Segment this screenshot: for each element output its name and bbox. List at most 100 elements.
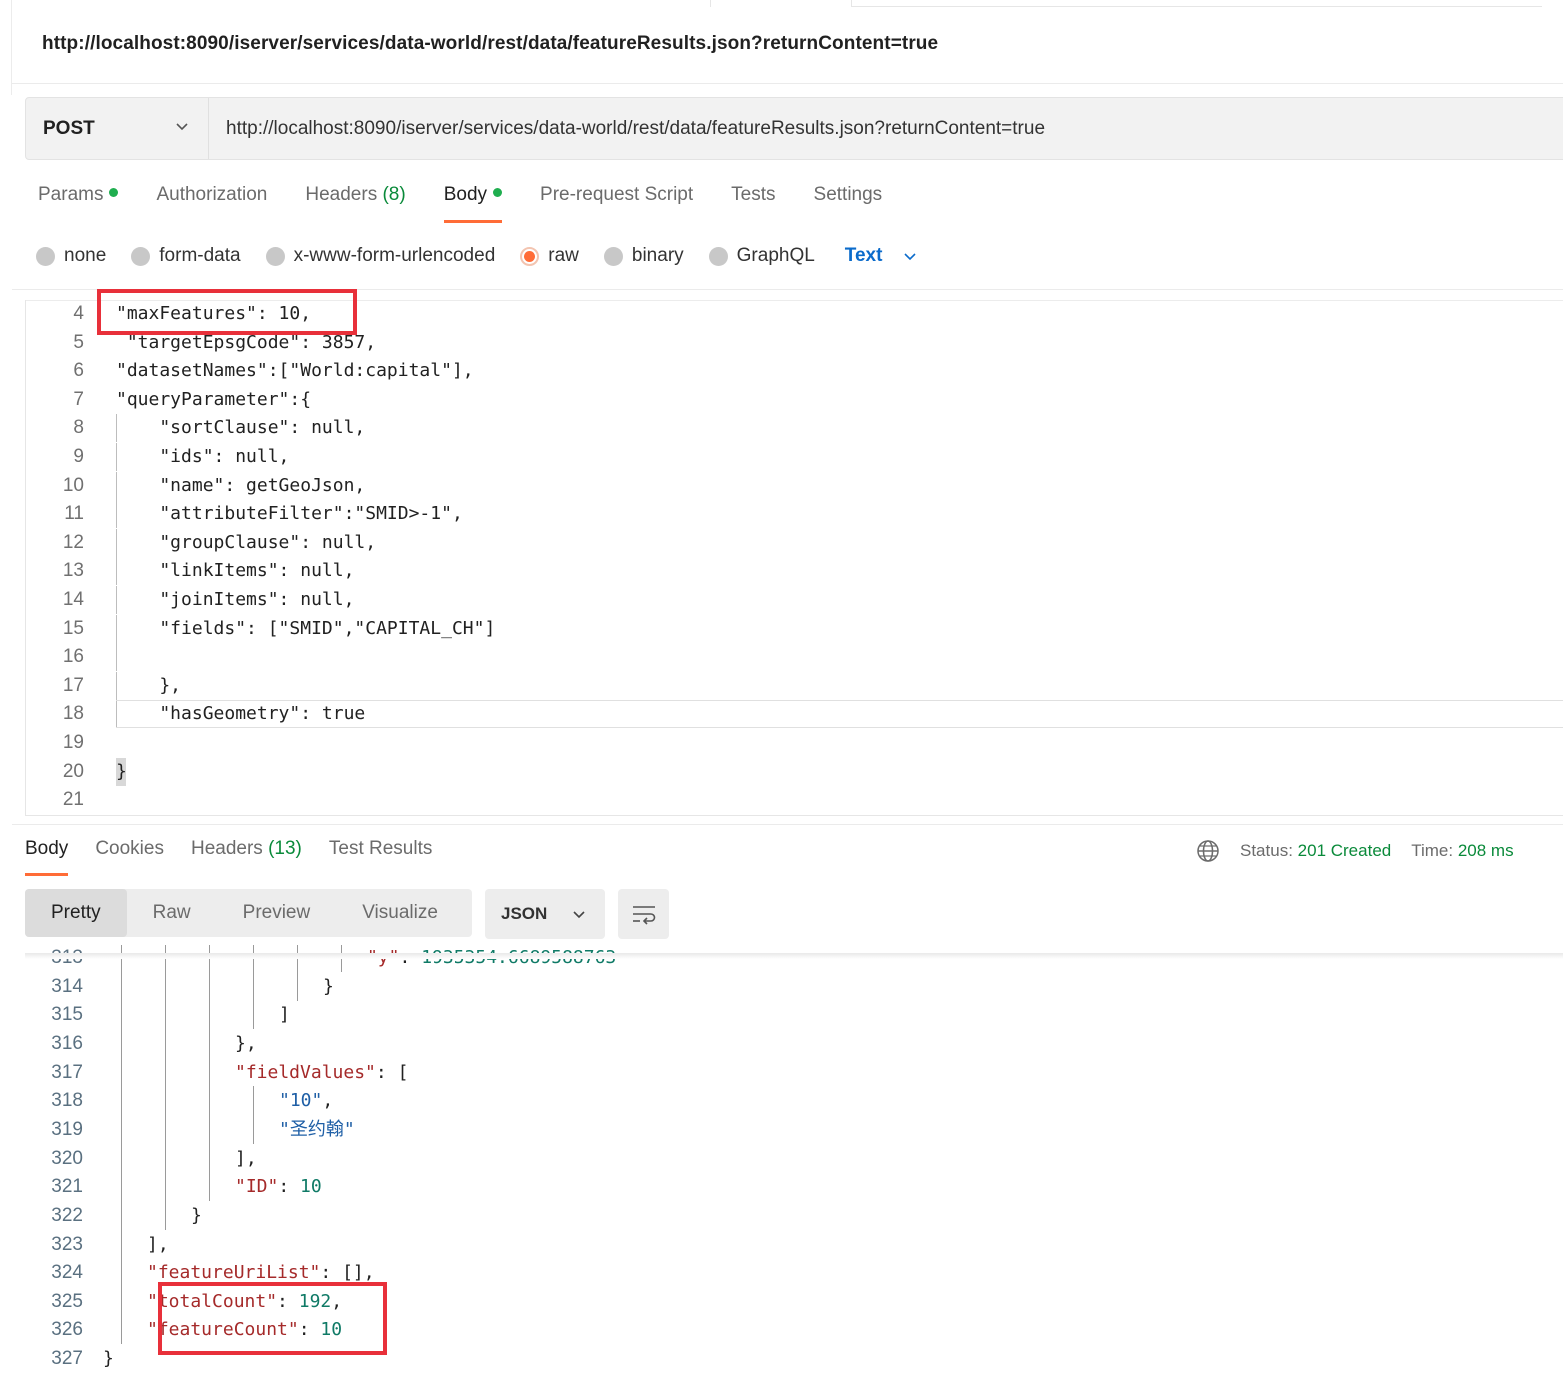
highlight-box-max-features <box>97 289 357 335</box>
response-meta: Status: 201 Created Time: 208 ms <box>1196 838 1514 864</box>
chevron-down-icon <box>176 123 188 131</box>
tab-tests[interactable]: Tests <box>731 184 775 224</box>
url-input[interactable]: http://localhost:8090/iserver/services/d… <box>209 98 1563 159</box>
tab-label: Body <box>25 838 69 859</box>
body-type-options: none form-data x-www-form-urlencoded raw bin… <box>36 245 840 267</box>
request-title[interactable]: http://localhost:8090/iserver/services/d… <box>42 33 938 55</box>
line-number: 9 <box>73 446 84 467</box>
code-line: 14 "joinItems": null, <box>26 586 1563 614</box>
body-type-none[interactable]: none <box>36 245 106 267</box>
indent-guide <box>253 1114 254 1144</box>
response-tab-headers[interactable]: Headers (13) <box>191 838 302 876</box>
radio-icon[interactable] <box>520 246 540 266</box>
code-text: }, <box>116 674 182 696</box>
indent-guide <box>209 1000 210 1030</box>
code-text: "queryParameter":{ <box>116 388 312 410</box>
line-number: 15 <box>62 617 84 639</box>
indent-guide <box>165 1086 166 1116</box>
indent-guide <box>121 1229 122 1259</box>
window-tab[interactable] <box>710 0 852 7</box>
body-type-form-data[interactable]: form-data <box>131 245 241 267</box>
tab-headers[interactable]: Headers (8) <box>305 184 405 224</box>
indent-guide <box>165 1000 166 1030</box>
response-format-select[interactable]: JSON <box>485 889 605 939</box>
response-tab-cookies[interactable]: Cookies <box>95 838 164 876</box>
time-value[interactable]: 208 ms <box>1458 841 1514 861</box>
left-border <box>11 0 12 95</box>
tab-pre-request-script[interactable]: Pre-request Script <box>540 184 693 224</box>
line-number: 4 <box>73 303 84 324</box>
json-punctuation: : [ <box>375 1061 409 1083</box>
tab-authorization[interactable]: Authorization <box>156 184 267 224</box>
tab-body[interactable]: Body <box>443 184 503 224</box>
indent-guide <box>165 1114 166 1144</box>
response-tab-test-results[interactable]: Test Results <box>329 838 432 876</box>
indent-guide <box>121 971 122 1001</box>
status-value[interactable]: 201 Created <box>1298 841 1392 861</box>
method-select[interactable]: POST <box>26 98 209 159</box>
body-type-binary[interactable]: binary <box>603 245 684 267</box>
radio-icon[interactable] <box>708 246 728 266</box>
view-mode-pretty[interactable]: Pretty <box>25 889 127 937</box>
response-line: 322} <box>25 1200 1563 1230</box>
indent-guide <box>165 971 166 1001</box>
indent-guide <box>209 1028 210 1058</box>
json-punctuation: ], <box>235 1147 257 1169</box>
body-type-label: x-www-form-urlencoded <box>293 245 496 266</box>
indent-guide <box>297 971 298 1001</box>
indent-guide <box>165 1200 166 1230</box>
indent-guide <box>209 971 210 1001</box>
indent-guide <box>209 1057 210 1087</box>
body-language-select[interactable]: Text <box>845 245 919 267</box>
tab-label: Body <box>443 184 488 205</box>
code-line: 13 "linkItems": null, <box>26 557 1563 586</box>
radio-icon[interactable] <box>603 246 623 266</box>
radio-icon[interactable] <box>36 246 55 266</box>
indent-guide <box>165 1143 166 1173</box>
line-number: 315 <box>51 1004 83 1026</box>
tab-label: Headers <box>190 838 263 859</box>
code-text: } <box>323 972 334 1001</box>
tab-strip-divider <box>852 6 1542 7</box>
code-text: "name": getGeoJson, <box>116 474 366 496</box>
view-mode-preview[interactable]: Preview <box>217 889 337 937</box>
radio-icon[interactable] <box>265 246 285 266</box>
response-line: 316}, <box>25 1028 1563 1058</box>
view-mode-raw[interactable]: Raw <box>127 889 217 937</box>
body-type-label: GraphQL <box>736 245 815 266</box>
tab-label: Settings <box>813 184 883 205</box>
response-line: 315] <box>25 1000 1563 1030</box>
tab-params[interactable]: Params <box>38 184 119 224</box>
globe-icon[interactable] <box>1196 839 1220 863</box>
body-type-x-www-form-urlencoded[interactable]: x-www-form-urlencoded <box>265 245 496 267</box>
radio-icon[interactable] <box>131 246 151 266</box>
status-dot-icon <box>493 188 503 197</box>
code-text: "hasGeometry": true <box>116 703 366 725</box>
view-mode-visualize[interactable]: Visualize <box>336 889 464 937</box>
indent-guide <box>121 1057 122 1087</box>
tab-settings[interactable]: Settings <box>814 184 883 224</box>
wrap-lines-button[interactable] <box>618 889 669 939</box>
body-type-label: none <box>64 245 107 266</box>
indent-guide <box>209 1172 210 1202</box>
indent-guide <box>121 1143 122 1173</box>
line-number: 21 <box>62 789 84 811</box>
line-number: 319 <box>51 1118 83 1140</box>
indent-guide <box>121 1000 122 1030</box>
request-tabs: Params Authorization Headers (8) Body Pre-re… <box>38 184 920 226</box>
code-line: 11 "attributeFilter":"SMID>-1", <box>26 500 1563 529</box>
divider <box>12 83 1563 84</box>
line-number: 18 <box>62 703 84 725</box>
body-type-raw[interactable]: raw <box>520 245 579 267</box>
code-text: "圣约翰" <box>279 1115 355 1144</box>
response-line: 317 "fieldValues": [ <box>25 1057 1563 1087</box>
code-text: "ids": null, <box>116 446 290 467</box>
line-number: 317 <box>51 1061 83 1083</box>
json-punctuation: }, <box>235 1032 257 1054</box>
body-type-graphql[interactable]: GraphQL <box>708 245 815 267</box>
json-punctuation: } <box>103 1348 114 1370</box>
line-number: 325 <box>51 1290 83 1312</box>
code-text: "datasetNames":["World:capital"], <box>116 360 474 382</box>
request-body-editor[interactable]: 4 "maxFeatures": 10, 5 "targetEpsgCode": 3… <box>25 300 1563 816</box>
response-tab-body[interactable]: Body <box>25 838 69 876</box>
